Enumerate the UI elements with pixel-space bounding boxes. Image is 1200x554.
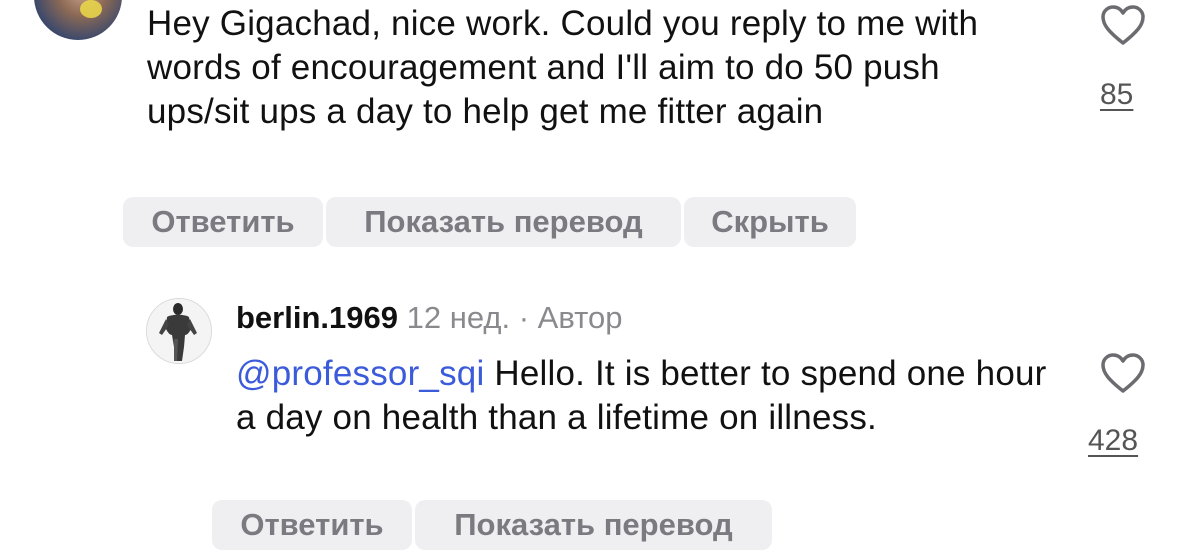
meta-separator: · [518, 300, 530, 335]
author-badge: Автор [537, 300, 623, 335]
hide-button[interactable]: Скрыть [684, 197, 856, 247]
author-avatar-image [147, 299, 211, 363]
comments-thread: Hey Gigachad, nice work. Could you reply… [0, 0, 1200, 554]
like-heart-icon[interactable] [1100, 4, 1146, 46]
comment-text: Hey Gigachad, nice work. Could you reply… [147, 4, 979, 131]
reply-button[interactable]: Ответить [123, 197, 323, 247]
mention-link[interactable]: @professor_sqi [236, 354, 484, 393]
reply-button[interactable]: Ответить [212, 500, 412, 550]
author-avatar[interactable] [146, 298, 212, 364]
show-translation-button[interactable]: Показать перевод [326, 197, 681, 247]
show-translation-button[interactable]: Показать перевод [415, 500, 772, 550]
comment-age: 12 нед. [406, 300, 511, 335]
reply-header: berlin.1969 12 нед. · Автор [236, 300, 622, 336]
like-count[interactable]: 85 [1100, 78, 1133, 112]
like-count[interactable]: 428 [1088, 424, 1138, 458]
like-heart-icon[interactable] [1100, 352, 1146, 394]
reply-comment-text: @professor_sqi Hello. It is better to sp… [236, 352, 1056, 440]
author-username[interactable]: berlin.1969 [236, 300, 398, 335]
commenter-avatar[interactable] [34, 0, 122, 40]
